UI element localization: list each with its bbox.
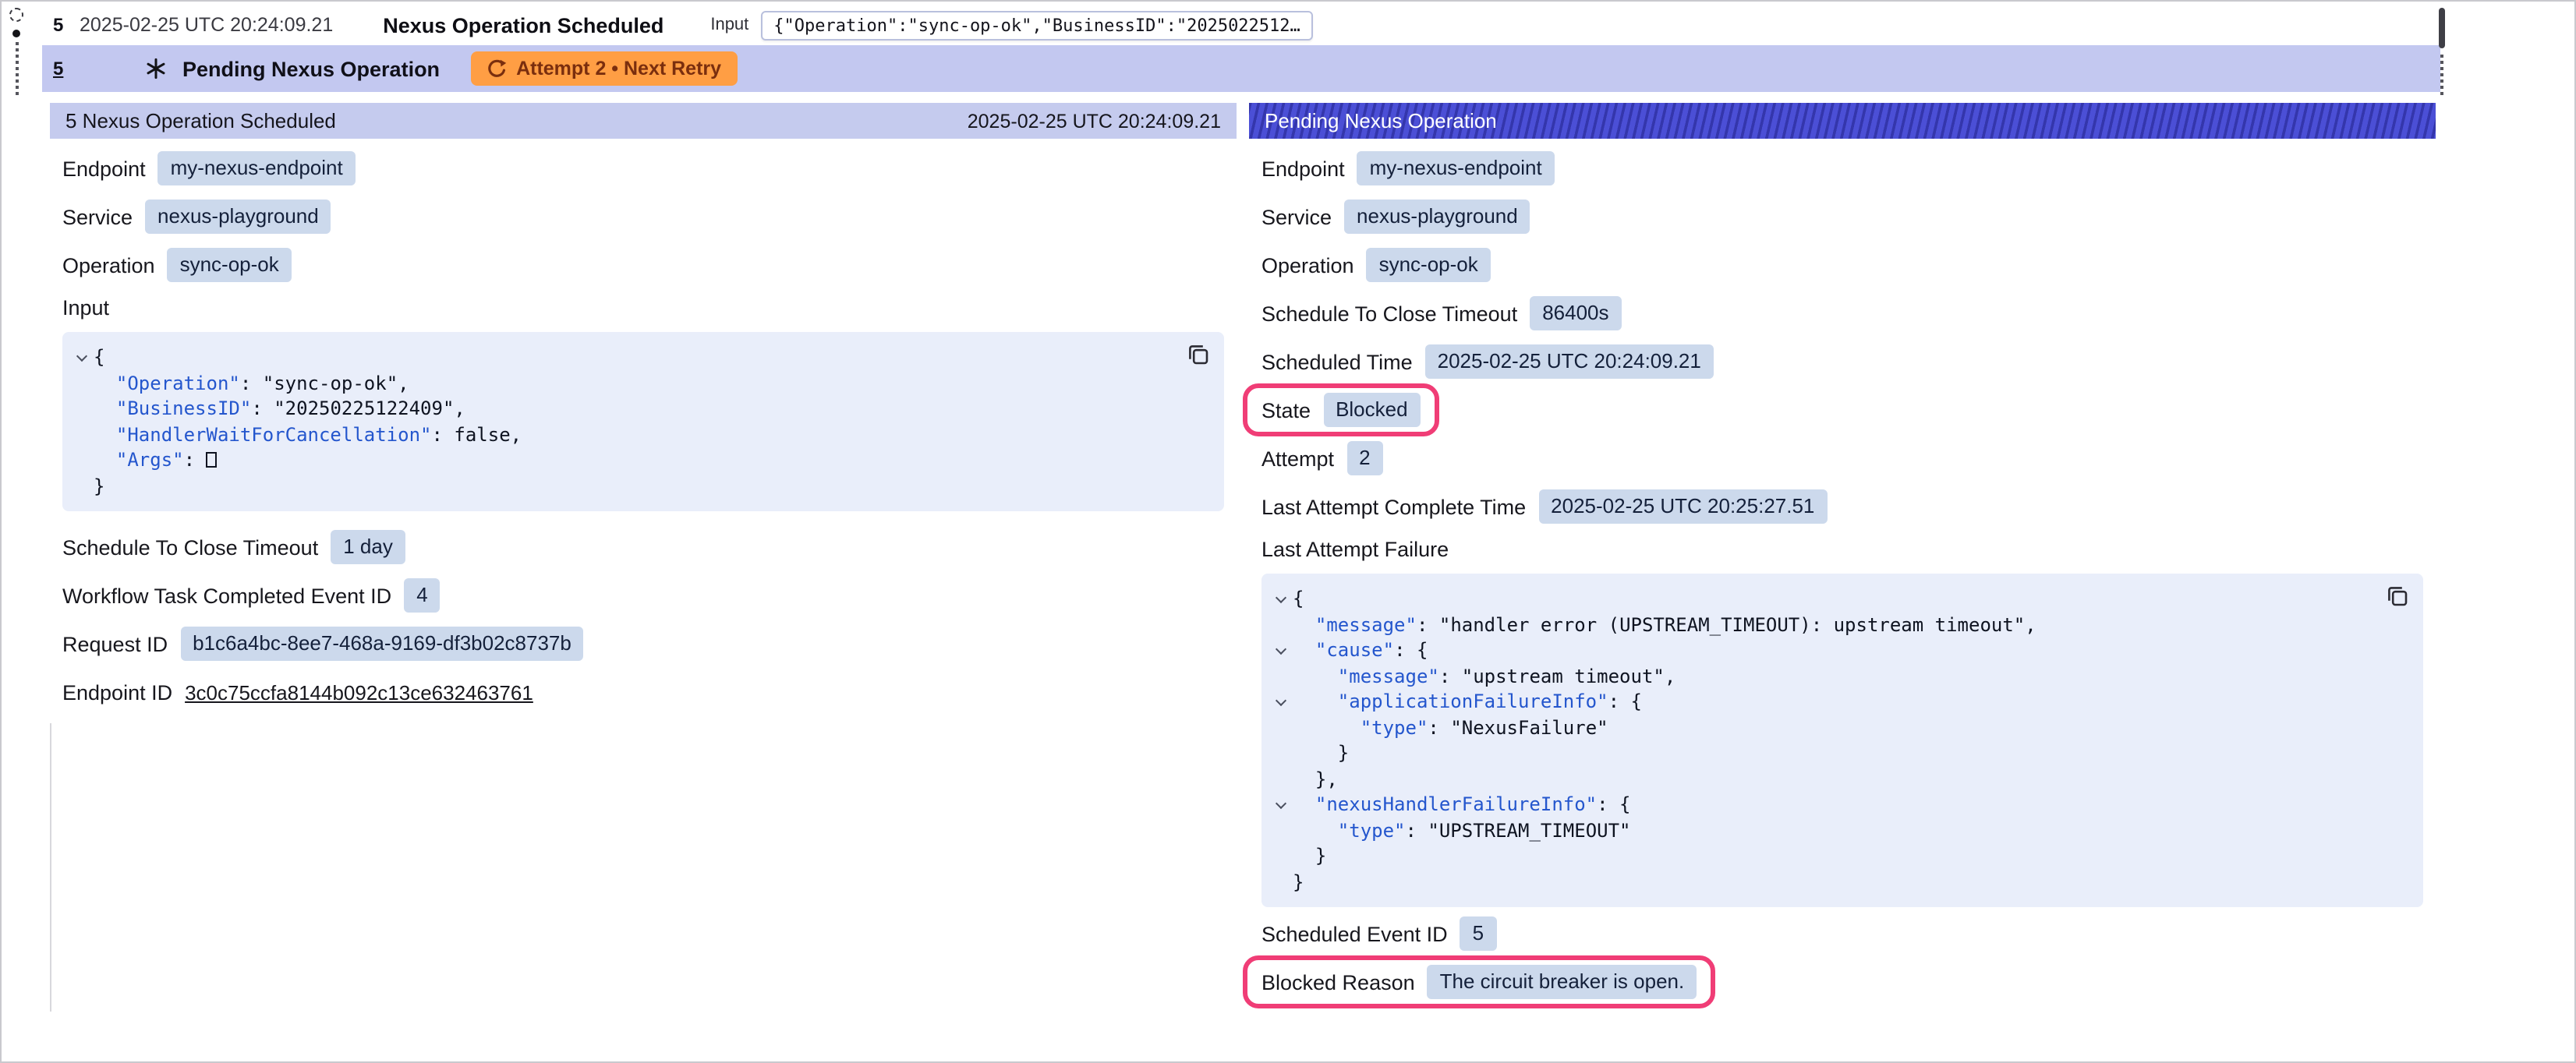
detail-field-row: Endpoint my-nexus-endpoint [1261, 151, 2423, 185]
field-value-chip: sync-op-ok [1367, 248, 1491, 282]
endpoint-id-link[interactable]: 3c0c75ccfa8144b092c13ce632463761 [185, 680, 533, 704]
field-label: Endpoint [1261, 157, 1345, 180]
fold-chevron-icon[interactable] [1268, 689, 1293, 715]
field-label: Request ID [62, 632, 168, 655]
field-label: Scheduled Time [1261, 350, 1413, 373]
field-value-chip: nexus-playground [1344, 200, 1530, 234]
pending-panel-title: Pending Nexus Operation [1265, 109, 1497, 132]
copy-json-button[interactable] [2386, 584, 2409, 608]
detail-field-row: Service nexus-playground [1261, 200, 2423, 234]
scheduled-event-detail-panel: 5 Nexus Operation Scheduled 2025-02-25 U… [50, 103, 1237, 723]
timeline-dot-icon [12, 30, 20, 37]
field-value-chip: 2 [1346, 441, 1382, 475]
scheduled-fields-bottom: Schedule To Close Timeout 1 day Workflow… [62, 530, 1224, 661]
timeline-connector-line [16, 42, 19, 95]
fold-chevron-icon[interactable] [1268, 792, 1293, 818]
field-value-chip: my-nexus-endpoint [1357, 151, 1555, 185]
field-value-chip: 86400s [1530, 296, 1621, 330]
scheduled-event-id-row: Scheduled Event ID 5 [1261, 916, 2423, 951]
detail-field-row: Attempt 2 [1261, 441, 2423, 475]
fold-chevron-icon[interactable] [1268, 586, 1293, 612]
copy-json-button[interactable] [1187, 343, 1210, 366]
field-value-chip: sync-op-ok [168, 248, 292, 282]
field-label: Operation [62, 253, 155, 277]
pending-fields-top: Endpoint my-nexus-endpoint Service nexus… [1261, 151, 2423, 379]
blocked-reason-annotation-highlight: Blocked Reason The circuit breaker is op… [1243, 955, 1715, 1008]
detail-field-row: Operation sync-op-ok [1261, 248, 2423, 282]
field-value-chip: 4 [404, 578, 440, 613]
detail-field-row: Request ID b1c6a4bc-8ee7-468a-9169-df3b0… [62, 627, 1224, 661]
failure-section-label: Last Attempt Failure [1261, 538, 2423, 566]
field-label: Operation [1261, 253, 1354, 277]
field-value-chip: 1 day [331, 530, 405, 564]
field-label: Scheduled Event ID [1261, 922, 1448, 945]
copy-icon [1187, 343, 1210, 366]
field-value-chip: my-nexus-endpoint [158, 151, 356, 185]
input-section-label: Input [62, 296, 1224, 324]
scheduled-event-id-chip: 5 [1460, 916, 1496, 951]
field-label: Last Attempt Complete Time [1261, 495, 1526, 518]
scheduled-panel-timestamp: 2025-02-25 UTC 20:24:09.21 [968, 110, 1221, 132]
event-title: Nexus Operation Scheduled [383, 13, 663, 37]
failure-json-code: { "message": "handler error (UPSTREAM_TI… [1268, 586, 2408, 895]
pending-fields-mid: Attempt 2 Last Attempt Complete Time 202… [1261, 441, 2423, 524]
input-json-code: { "Operation": "sync-op-ok", "BusinessID… [69, 344, 1208, 499]
field-label: Endpoint ID [62, 680, 172, 704]
field-label: Blocked Reason [1261, 970, 1415, 994]
detail-field-row: Last Attempt Complete Time 2025-02-25 UT… [1261, 489, 2423, 524]
scheduled-panel-header: 5 Nexus Operation Scheduled 2025-02-25 U… [50, 103, 1237, 139]
temporal-event-history-screen: 5 2025-02-25 UTC 20:24:09.21 Nexus Opera… [0, 0, 2576, 1063]
field-label: State [1261, 398, 1311, 422]
field-label: Workflow Task Completed Event ID [62, 584, 391, 607]
detail-field-row: Service nexus-playground [62, 200, 1224, 234]
event-id-link[interactable]: 5 [42, 58, 64, 79]
state-value-chip: Blocked [1323, 393, 1421, 427]
copy-icon [2386, 584, 2409, 608]
detail-field-row: Operation sync-op-ok [62, 248, 1224, 282]
scheduled-panel-title: 5 Nexus Operation Scheduled [65, 109, 336, 132]
scrollbar-thumb[interactable] [2439, 8, 2445, 48]
pending-panel-header: Pending Nexus Operation [1249, 103, 2436, 139]
pending-asterisk-icon [145, 58, 167, 79]
detail-field-row: Endpoint my-nexus-endpoint [62, 151, 1224, 185]
field-value-chip: nexus-playground [145, 200, 331, 234]
retry-icon [487, 58, 507, 79]
field-value-chip: 2025-02-25 UTC 20:25:27.51 [1538, 489, 1827, 524]
detail-field-row: Schedule To Close Timeout 86400s [1261, 296, 2423, 330]
field-label: Service [62, 205, 133, 228]
field-label: Attempt [1261, 447, 1334, 470]
blocked-reason-chip: The circuit breaker is open. [1428, 965, 1697, 999]
fold-chevron-icon[interactable] [1268, 637, 1293, 663]
attempt-retry-badge: Attempt 2 • Next Retry [471, 51, 737, 86]
event-row-pending-nexus-operation[interactable]: 5 Pending Nexus Operation Attempt 2 • Ne… [42, 45, 2440, 92]
field-label: Schedule To Close Timeout [1261, 302, 1517, 325]
event-timestamp: 2025-02-25 UTC 20:24:09.21 [80, 14, 333, 36]
state-annotation-highlight: State Blocked [1243, 383, 1439, 436]
pending-operation-panel: Pending Nexus Operation Endpoint my-nexu… [1249, 103, 2436, 1013]
failure-json-viewer: { "message": "handler error (UPSTREAM_TI… [1261, 574, 2423, 907]
attempt-badge-label: Attempt 2 • Next Retry [516, 58, 721, 79]
input-json-viewer: { "Operation": "sync-op-ok", "BusinessID… [62, 332, 1224, 511]
detail-field-row: Scheduled Time 2025-02-25 UTC 20:24:09.2… [1261, 344, 2423, 379]
field-value-chip: 2025-02-25 UTC 20:24:09.21 [1425, 344, 1714, 379]
event-input-label: Input [710, 16, 748, 34]
empty-array-icon [207, 452, 218, 468]
event-id: 5 [42, 14, 64, 36]
endpoint-id-row: Endpoint ID 3c0c75ccfa8144b092c13ce63246… [62, 675, 1224, 709]
event-row-nexus-operation-scheduled[interactable]: 5 2025-02-25 UTC 20:24:09.21 Nexus Opera… [42, 5, 2440, 45]
scheduled-fields-top: Endpoint my-nexus-endpoint Service nexus… [62, 151, 1224, 282]
event-title: Pending Nexus Operation [182, 57, 440, 80]
field-label: Endpoint [62, 157, 146, 180]
fold-chevron-icon[interactable] [69, 344, 94, 370]
detail-field-row: Workflow Task Completed Event ID 4 [62, 578, 1224, 613]
field-value-chip: b1c6a4bc-8ee7-468a-9169-df3b02c8737b [180, 627, 584, 661]
event-input-preview: {"Operation":"sync-op-ok","BusinessID":"… [761, 10, 1313, 40]
timeline-node-icon [9, 8, 23, 22]
scrollbar-dots [2440, 55, 2443, 95]
detail-field-row: Schedule To Close Timeout 1 day [62, 530, 1224, 564]
field-label: Service [1261, 205, 1332, 228]
field-label: Schedule To Close Timeout [62, 535, 318, 559]
